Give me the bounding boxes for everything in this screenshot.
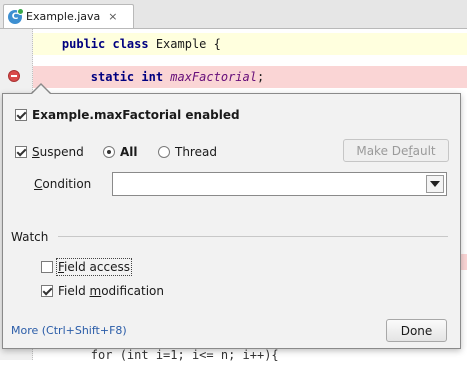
field-modification-checkbox[interactable] — [41, 285, 53, 297]
code-line[interactable]: public class Example { — [33, 33, 467, 55]
condition-label: Condition — [34, 177, 92, 191]
done-button[interactable]: Done — [386, 319, 447, 342]
field-modification-label[interactable]: Field modification — [58, 284, 164, 298]
field-modification-row[interactable]: Field modification — [41, 284, 164, 298]
keyword: static int — [90, 70, 164, 84]
suspend-all-radio[interactable] — [103, 146, 115, 158]
editor-tab-bar: C Example.java × — [0, 0, 467, 29]
suspend-all-option[interactable]: All — [103, 145, 138, 159]
watch-separator — [58, 236, 448, 237]
suspend-checkbox[interactable] — [15, 146, 27, 158]
suspend-thread-label[interactable]: Thread — [175, 145, 217, 159]
tab-title: Example.java — [26, 10, 101, 23]
chevron-down-icon[interactable] — [426, 175, 444, 193]
code-text: ; — [256, 70, 265, 84]
field-access-row[interactable]: Field access — [41, 258, 132, 276]
watch-label: Watch — [11, 230, 49, 244]
field-name: maxFactorial — [170, 70, 257, 84]
java-class-icon: C — [8, 7, 24, 24]
suspend-all-label[interactable]: All — [120, 145, 138, 159]
tab-example-java[interactable]: C Example.java × — [3, 4, 134, 28]
suspend-label[interactable]: Suspend — [32, 145, 84, 159]
field-access-checkbox[interactable] — [41, 261, 53, 273]
condition-input[interactable] — [112, 172, 447, 196]
breakpoint-title[interactable]: Example.maxFactorial enabled — [32, 108, 240, 122]
keyword: public class — [61, 37, 149, 51]
suspend-thread-option[interactable]: Thread — [158, 145, 217, 159]
close-icon[interactable]: × — [108, 10, 117, 23]
code-line-breakpoint[interactable]: static int maxFactorial; — [33, 66, 467, 88]
breakpoint-line-highlight — [460, 254, 467, 270]
popup-pointer-fill — [31, 85, 51, 95]
code-text: Example { — [148, 37, 221, 51]
breakpoint-popup — [2, 93, 461, 349]
enabled-row[interactable]: Example.maxFactorial enabled — [15, 108, 240, 122]
enabled-checkbox[interactable] — [15, 109, 27, 121]
suspend-thread-radio[interactable] — [158, 146, 170, 158]
suspend-row[interactable]: Suspend — [15, 145, 84, 159]
make-default-button[interactable]: Make De f ault — [343, 139, 449, 162]
breakpoint-icon[interactable] — [8, 70, 20, 82]
field-access-label[interactable]: Field access — [56, 258, 132, 276]
more-link[interactable]: More (Ctrl+Shift+F8) — [11, 324, 127, 337]
